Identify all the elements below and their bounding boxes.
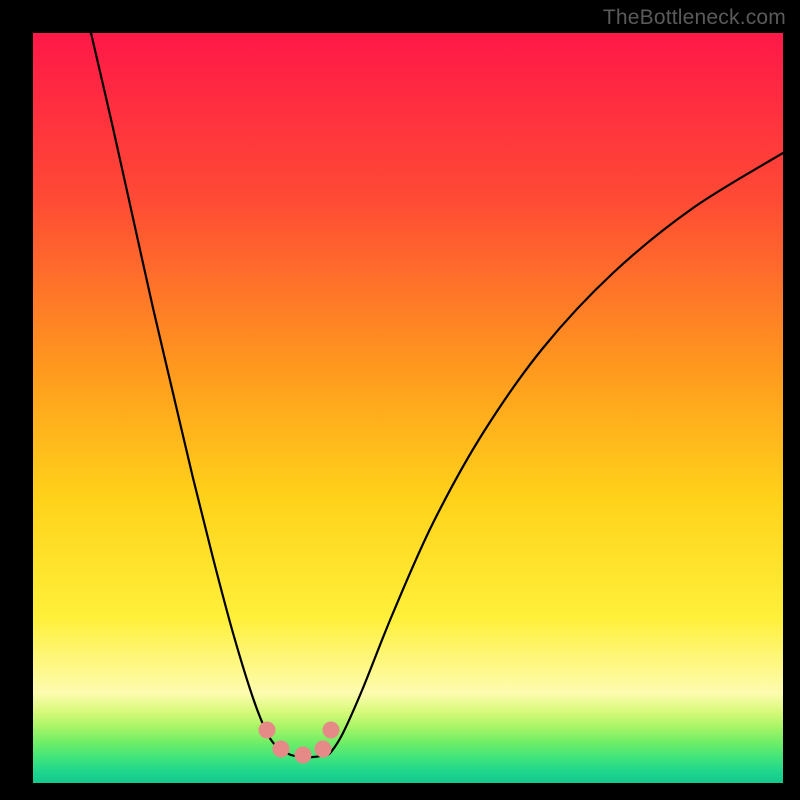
- trough-marker: [259, 722, 276, 739]
- chart-area: [33, 33, 783, 783]
- trough-marker: [295, 747, 312, 764]
- chart-svg: [33, 33, 783, 783]
- gradient-background: [33, 33, 783, 783]
- attribution-text: TheBottleneck.com: [603, 6, 786, 30]
- trough-marker: [273, 741, 290, 758]
- trough-marker: [323, 722, 340, 739]
- trough-marker: [315, 741, 332, 758]
